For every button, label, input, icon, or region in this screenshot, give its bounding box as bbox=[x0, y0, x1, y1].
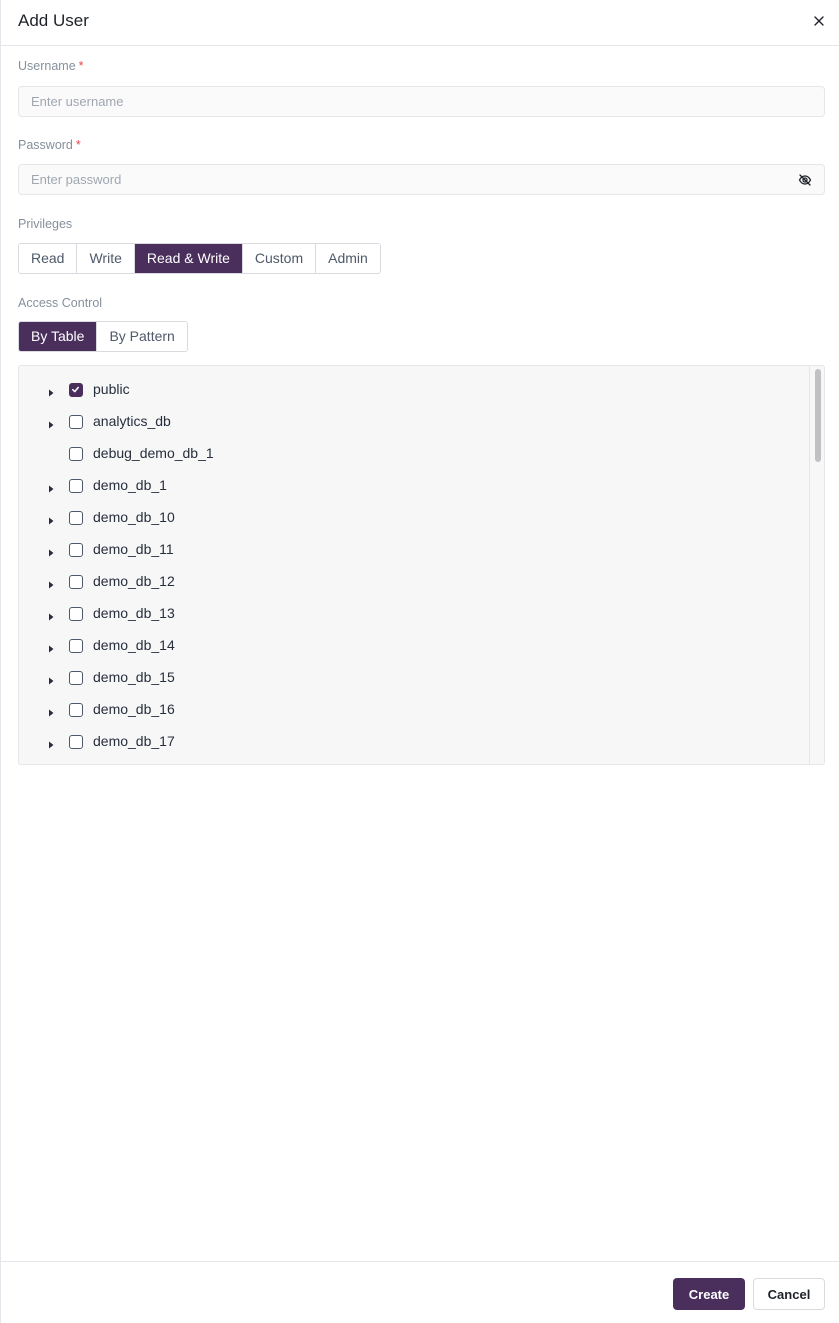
privilege-option-write[interactable]: Write bbox=[77, 244, 135, 273]
tab-by-table[interactable]: By Table bbox=[19, 322, 98, 351]
tree-node-checkbox[interactable] bbox=[69, 479, 83, 493]
username-input[interactable] bbox=[19, 87, 824, 116]
access-control-label: Access Control bbox=[18, 296, 103, 310]
tree-node-checkbox[interactable] bbox=[69, 543, 83, 557]
tree-node-checkbox[interactable] bbox=[69, 511, 83, 525]
tree-node-label: demo_db_14 bbox=[93, 637, 175, 653]
access-control-segmented-control: By Table By Pattern bbox=[18, 321, 188, 352]
tree-node[interactable]: public bbox=[19, 374, 809, 406]
caret-right-icon[interactable] bbox=[46, 641, 56, 653]
tree-node-label: demo_db_12 bbox=[93, 573, 175, 589]
tree-node[interactable]: demo_db_16 bbox=[19, 694, 809, 726]
privileges-segmented-control: Read Write Read & Write Custom Admin bbox=[18, 243, 381, 274]
privilege-option-read[interactable]: Read bbox=[19, 244, 78, 273]
tree-node[interactable]: demo_db_1 bbox=[19, 470, 809, 502]
caret-right-icon[interactable] bbox=[46, 545, 56, 557]
tree-node[interactable]: demo_db_10 bbox=[19, 502, 809, 534]
tree-node-label: demo_db_16 bbox=[93, 701, 175, 717]
tree-node-label: demo_db_11 bbox=[93, 541, 174, 557]
tree-node-label: public bbox=[93, 381, 130, 397]
caret-right-icon[interactable] bbox=[46, 609, 56, 621]
tree-node-checkbox[interactable] bbox=[69, 383, 83, 397]
create-button[interactable]: Create bbox=[673, 1278, 745, 1310]
eye-off-icon[interactable] bbox=[798, 173, 812, 187]
privilege-option-read-write[interactable]: Read & Write bbox=[134, 244, 243, 273]
tree-node-checkbox[interactable] bbox=[69, 575, 83, 589]
tree-node-checkbox[interactable] bbox=[69, 703, 83, 717]
caret-right-icon[interactable] bbox=[46, 577, 56, 589]
check-icon bbox=[72, 386, 79, 393]
required-marker: * bbox=[78, 59, 84, 73]
tab-by-pattern[interactable]: By Pattern bbox=[97, 322, 187, 351]
tree-node-label: demo_db_1 bbox=[93, 477, 167, 493]
tree-node[interactable]: demo_db_15 bbox=[19, 662, 809, 694]
caret-right-icon[interactable] bbox=[46, 673, 56, 685]
tree-node[interactable]: demo_db_11 bbox=[19, 534, 809, 566]
username-label: Username * bbox=[18, 59, 84, 73]
scrollbar-thumb[interactable] bbox=[815, 369, 821, 462]
password-field[interactable] bbox=[18, 164, 825, 195]
tree-node-checkbox[interactable] bbox=[69, 415, 83, 429]
tree-node[interactable]: demo_db_17 bbox=[19, 726, 809, 758]
tree-node-label: demo_db_15 bbox=[93, 669, 175, 685]
password-input[interactable] bbox=[19, 165, 824, 194]
database-tree: public analytics_db debug_demo_db_1 demo_db… bbox=[18, 365, 825, 765]
caret-right-icon[interactable] bbox=[46, 513, 56, 525]
tree-node-label: demo_db_17 bbox=[93, 733, 175, 749]
caret-right-icon[interactable] bbox=[46, 481, 56, 493]
password-label: Password * bbox=[18, 138, 81, 152]
required-marker: * bbox=[75, 138, 81, 152]
tree-node-checkbox[interactable] bbox=[69, 639, 83, 653]
caret-right-icon[interactable] bbox=[46, 737, 56, 749]
drawer-footer: Create Cancel bbox=[1, 1261, 839, 1323]
close-icon[interactable] bbox=[809, 11, 829, 31]
cancel-button[interactable]: Cancel bbox=[753, 1278, 825, 1310]
caret-right-icon[interactable] bbox=[46, 417, 56, 429]
tree-node[interactable]: demo_db_13 bbox=[19, 598, 809, 630]
tree-node-checkbox[interactable] bbox=[69, 447, 83, 461]
tree-node[interactable]: demo_db_12 bbox=[19, 566, 809, 598]
tree-node-checkbox[interactable] bbox=[69, 607, 83, 621]
caret-right-icon[interactable] bbox=[46, 705, 56, 717]
tree-node[interactable]: demo_db_14 bbox=[19, 630, 809, 662]
tree-node[interactable]: analytics_db bbox=[19, 406, 809, 438]
drawer-title: Add User bbox=[18, 11, 89, 30]
privilege-option-custom[interactable]: Custom bbox=[242, 244, 317, 273]
tree-node-label: debug_demo_db_1 bbox=[93, 445, 214, 461]
tree-node[interactable]: debug_demo_db_1 bbox=[19, 438, 809, 470]
drawer-header: Add User bbox=[1, 0, 839, 46]
privilege-option-admin[interactable]: Admin bbox=[316, 244, 380, 273]
caret-right-icon[interactable] bbox=[46, 385, 56, 397]
add-user-drawer: Add User Username* Password* Privileges … bbox=[0, 0, 839, 1323]
tree-node-label: demo_db_10 bbox=[93, 509, 175, 525]
tree-node-label: analytics_db bbox=[93, 413, 171, 429]
tree-node-checkbox[interactable] bbox=[69, 671, 83, 685]
tree-node-checkbox[interactable] bbox=[69, 735, 83, 749]
tree-node-label: demo_db_13 bbox=[93, 605, 175, 621]
privileges-label: Privileges bbox=[18, 217, 73, 231]
tree-scrollbar[interactable] bbox=[809, 366, 824, 764]
username-field[interactable] bbox=[18, 86, 825, 117]
